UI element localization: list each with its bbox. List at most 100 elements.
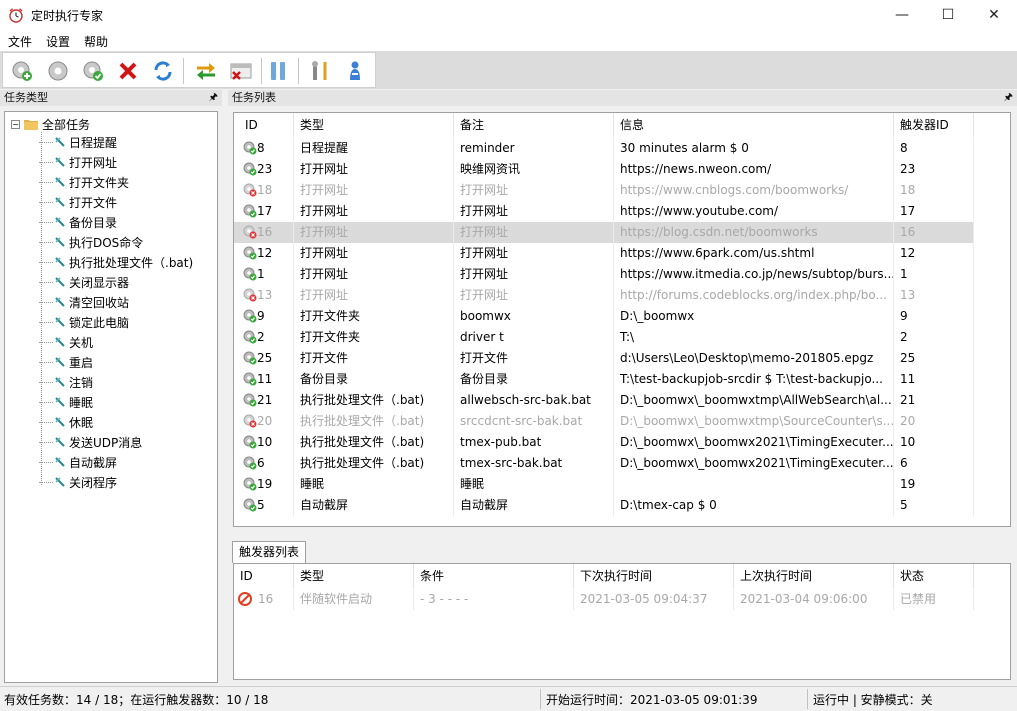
cell-type: 日程提醒 [294,138,454,159]
cell-condition: - 3 - - - - [414,589,574,610]
tree-item[interactable]: 关闭显示器 [39,273,129,291]
table-row[interactable]: 19 睡眠 睡眠 19 [234,474,974,495]
column-header[interactable]: 备注 [454,113,614,137]
trigger-id: 16 [258,592,274,606]
pause-button[interactable] [265,58,291,84]
tree-item[interactable]: 关闭程序 [39,473,117,491]
task-id: 17 [257,204,273,218]
column-header[interactable]: 类型 [294,564,414,588]
task-enabled-icon [243,393,257,407]
tree-item[interactable]: 打开网址 [39,153,117,171]
table-row[interactable]: 9 打开文件夹 boomwx D:\_boomwx 9 [234,306,974,327]
tree-item[interactable]: 日程提醒 [39,133,117,151]
table-row[interactable]: 8 日程提醒 reminder 30 minutes alarm $ 08 [234,138,974,159]
task-id: 12 [257,246,273,260]
table-row[interactable]: 5 自动截屏 自动截屏 D:\tmex-cap $ 05 [234,495,974,516]
tree-item[interactable]: 执行批处理文件（.bat) [39,253,193,271]
column-header[interactable]: 上次执行时间 [734,564,894,588]
add-task-button[interactable] [9,58,35,84]
tree-item[interactable]: 打开文件 [39,193,117,211]
menu-help[interactable]: 帮助 [84,33,108,50]
cell-note: 打开网址 [454,264,614,285]
tree-root-all-tasks[interactable]: − 全部任务 [11,116,90,132]
table-row[interactable]: 11 备份目录 备份目录 T:\test-backupjob-srcdir $ T:\… [234,369,974,390]
task-id: 20 [257,414,273,428]
tree-item[interactable]: 打开文件夹 [39,173,129,191]
tree-item[interactable]: 睡眠 [39,393,93,411]
tree-item[interactable]: 锁定此电脑 [39,313,129,331]
tools-button[interactable] [307,58,333,84]
minimize-button[interactable]: — [879,0,925,30]
tree-item[interactable]: 清空回收站 [39,293,129,311]
column-header[interactable]: 条件 [414,564,574,588]
tree-item[interactable]: 自动截屏 [39,453,117,471]
menu-file[interactable]: 文件 [8,33,32,50]
cell-id: 16 [234,589,294,610]
pin-icon[interactable]: 🖈 [209,90,218,106]
maximize-button[interactable]: ☐ [925,0,971,30]
cell-trigger: 20 [894,411,974,432]
table-row[interactable]: 21 执行批处理文件（.bat) allwebsch-src-bak.bat D:\_… [234,390,974,411]
column-header[interactable]: 下次执行时间 [574,564,734,588]
delete-icon [119,62,137,80]
tree-item[interactable]: 关机 [39,333,93,351]
pin-icon[interactable]: 🖈 [1004,90,1013,106]
toolbar [2,52,376,88]
delete-task-button[interactable] [115,58,141,84]
task-type-icon [55,357,65,367]
column-header[interactable]: ID [234,564,294,588]
column-header[interactable]: 信息 [614,113,894,137]
table-row[interactable]: 23 打开网址 映维网资讯 https://news.nweon.com/23 [234,159,974,180]
tree-item[interactable]: 执行DOS命令 [39,233,143,251]
enable-task-button[interactable] [80,58,106,84]
table-row[interactable]: 16 打开网址 打开网址 https://blog.csdn.net/boomwork… [234,222,974,243]
table-row[interactable]: 20 执行批处理文件（.bat) srccdcnt-src-bak.bat D:\_b… [234,411,974,432]
tab-trigger-list[interactable]: 触发器列表 [232,541,307,563]
app-clock-icon [9,8,23,23]
cell-info: D:\_boomwx\_boomwx2021\TimingExecuter... [614,432,894,453]
tree-item[interactable]: 休眠 [39,413,93,431]
column-header[interactable]: 触发器ID [894,113,974,137]
tree-item[interactable]: 备份目录 [39,213,117,231]
disable-button[interactable] [228,58,254,84]
minimize-icon: — [895,7,909,23]
table-row[interactable]: 1 打开网址 打开网址 https://www.itmedia.co.jp/news/… [234,264,974,285]
edit-task-button[interactable] [45,58,71,84]
tree-item-label: 清空回收站 [69,295,130,310]
table-row[interactable]: 13 打开网址 打开网址 http://forums.codeblocks.org/i… [234,285,974,306]
cell-note: 打开网址 [454,201,614,222]
task-id: 13 [257,288,273,302]
swap-button[interactable] [193,58,219,84]
tree-item[interactable]: 重启 [39,353,93,371]
table-row[interactable]: 18 打开网址 打开网址 https://www.cnblogs.com/boomwo… [234,180,974,201]
status-separator [540,689,541,709]
task-id: 10 [257,435,273,449]
tree-item-label: 睡眠 [69,395,94,410]
table-row[interactable]: 16 伴随软件启动 - 3 - - - -2021-03-05 09:04:37 20… [234,589,974,610]
cell-info: D:\_boomwx\_boomwx2021\TimingExecuter... [614,453,894,474]
tree-item-label: 关闭程序 [69,475,118,490]
tree-item[interactable]: 发送UDP消息 [39,433,142,451]
cell-id: 6 [239,453,294,474]
collapse-toggle-icon[interactable]: − [11,119,20,129]
table-row[interactable]: 25 打开文件 打开文件 d:\Users\Leo\Desktop\memo-2018… [234,348,974,369]
column-header[interactable]: 类型 [294,113,454,137]
table-row[interactable]: 17 打开网址 打开网址 https://www.youtube.com/17 [234,201,974,222]
task-enabled-icon [243,309,257,323]
table-row[interactable]: 2 打开文件夹 driver t T:\ 2 [234,327,974,348]
tree-item[interactable]: 注销 [39,373,93,391]
close-button[interactable]: ✕ [971,0,1017,30]
column-header[interactable]: 状态 [894,564,974,588]
column-header[interactable]: ID [239,113,294,137]
task-type-icon [55,437,65,447]
tree-connector [39,421,53,423]
user-button[interactable] [342,58,368,84]
table-row[interactable]: 12 打开网址 打开网址 https://www.6park.com/us.shtml… [234,243,974,264]
cell-id: 10 [239,432,294,453]
table-row[interactable]: 10 执行批处理文件（.bat) tmex-pub.bat D:\_boomwx\_b… [234,432,974,453]
enable-task-icon [83,61,103,81]
menu-settings[interactable]: 设置 [46,33,70,50]
table-row[interactable]: 6 执行批处理文件（.bat) tmex-src-bak.bat D:\_boomwx… [234,453,974,474]
status-run-mode: 运行中 | 安静模式：关 [813,693,933,707]
refresh-button[interactable] [150,58,176,84]
